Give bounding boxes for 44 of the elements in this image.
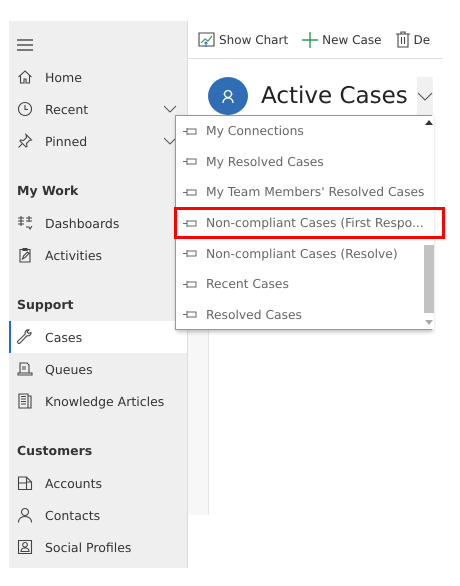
section-heading: My Work xyxy=(16,182,80,200)
pin-icon xyxy=(183,188,197,197)
nav-item[interactable]: Knowledge Articles xyxy=(9,385,187,417)
dashboard-icon xyxy=(17,215,33,231)
plus-icon xyxy=(302,32,318,48)
nav-item[interactable]: Home xyxy=(9,61,187,93)
nav-item[interactable]: Accounts xyxy=(9,467,187,499)
menu-icon[interactable] xyxy=(17,39,33,51)
view-option[interactable]: Recent Cases xyxy=(176,268,424,300)
scrollbar[interactable] xyxy=(424,116,434,329)
wrench-icon xyxy=(17,329,33,345)
trash-icon xyxy=(396,31,410,48)
view-title: Active Cases xyxy=(261,83,408,109)
nav-item[interactable]: Social Profiles xyxy=(9,531,187,563)
chart-icon xyxy=(198,32,215,48)
clock-icon xyxy=(17,101,33,117)
nav-item[interactable]: Cases xyxy=(9,321,187,353)
pin-icon xyxy=(183,218,197,228)
section-heading: Support xyxy=(16,296,75,314)
queue-icon xyxy=(17,361,33,377)
nav-item[interactable]: Contacts xyxy=(9,499,187,531)
building-icon xyxy=(17,475,33,491)
clipboard-icon xyxy=(17,247,33,263)
scroll-up-icon[interactable] xyxy=(425,120,434,125)
view-selector-button[interactable] xyxy=(417,77,433,115)
document-icon xyxy=(17,393,33,409)
nav-item[interactable]: Queues xyxy=(9,353,187,385)
section-heading: Customers xyxy=(16,442,94,460)
chevron-down-icon[interactable] xyxy=(163,137,177,145)
chevron-down-icon xyxy=(417,92,433,100)
pin-icon xyxy=(183,280,197,289)
pin-icon xyxy=(17,133,33,149)
pin-icon xyxy=(183,126,197,136)
toolbar-button[interactable]: New Case xyxy=(302,32,382,48)
profile-icon xyxy=(17,539,33,555)
chevron-down-icon[interactable] xyxy=(163,105,177,113)
home-icon xyxy=(17,69,33,85)
pin-icon xyxy=(183,310,197,320)
toolbar-button[interactable]: De xyxy=(396,31,430,48)
person-icon xyxy=(17,507,33,523)
view-option[interactable]: My Team Members' Resolved Cases xyxy=(176,177,424,208)
pin-icon xyxy=(183,249,197,258)
toolbar-button[interactable]: Show Chart xyxy=(198,32,288,48)
pin-icon xyxy=(183,157,197,166)
